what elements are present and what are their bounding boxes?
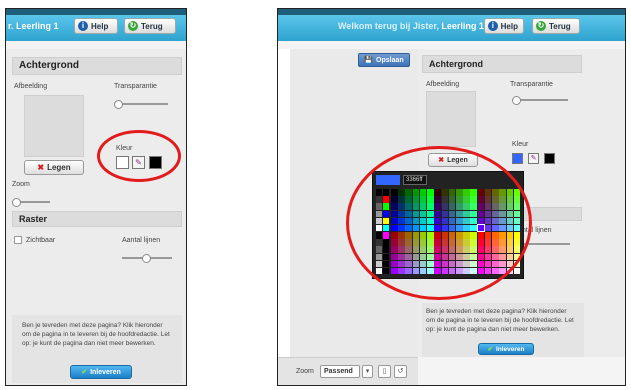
back-button[interactable]: ↻ Terug [532,18,580,34]
zoom-dropdown-button[interactable]: ▾ [362,365,373,378]
back-icon: ↻ [128,21,138,31]
slider-knob[interactable] [512,96,521,105]
page-icon: ▯ [382,368,387,375]
help-button[interactable]: i Help [74,18,118,34]
grid-visible-checkbox[interactable] [14,236,22,244]
transparency-label: Transparantie [510,81,553,88]
black-color-swatch[interactable] [544,153,555,164]
transparency-slider[interactable] [114,100,168,109]
info-box: Ben je tevreden met deze pagina? Klik hi… [422,303,584,357]
submit-button[interactable]: ✔ Inleveren [478,343,534,355]
submit-label: Inleveren [495,345,525,353]
save-button[interactable]: 💾 Opslaan [358,53,410,67]
back-label: Terug [549,21,571,31]
left-screenshot: r. Leerling 1 i Help ↻ Terug Achtergrond… [5,8,187,386]
welcome-label: Welkom terug bij Jister, [338,21,439,31]
clear-button[interactable]: ✖ Legen [24,160,84,175]
zoom-select[interactable]: Passend [320,365,360,378]
clear-icon: ✖ [37,163,45,172]
visible-label: Zichtbaar [26,237,56,244]
submit-check-icon: ✔ [81,369,88,376]
image-label: Afbeelding [14,83,48,90]
submit-info-text: Ben je tevreden met deze pagina? Klik hi… [22,322,170,347]
rotate-icon: ↺ [397,368,404,375]
submit-label: Inleveren [90,368,121,376]
eyedropper-button[interactable]: ✎ [528,153,539,164]
header-bar: r. Leerling 1 i Help ↻ Terug [6,15,186,41]
slider-knob[interactable] [12,198,21,207]
header-bar: Welkom terug bij Jister, Leerling 1 i He… [278,15,625,41]
line-count-slider[interactable] [122,254,172,263]
highlight-ring-left [97,130,181,182]
highlight-ring-right [346,146,532,300]
fit-page-button[interactable]: ▯ [378,365,391,378]
background-section-title: Achtergrond [422,55,582,73]
info-box: Ben je tevreden met deze pagina? Klik hi… [12,315,182,383]
save-label: Opslaan [376,56,404,64]
rotate-button[interactable]: ↺ [394,365,407,378]
image-preview[interactable] [24,95,84,157]
user-name: r. Leerling 1 [8,21,59,31]
transparency-slider[interactable] [512,96,568,105]
help-label: Help [500,21,518,31]
transparency-label: Transparantie [114,83,157,90]
image-preview[interactable] [426,91,476,147]
back-button[interactable]: ↻ Terug [124,18,176,34]
submit-info-text: Ben je tevreden met deze pagina? Klik hi… [426,308,574,333]
eyedropper-icon: ✎ [530,155,537,162]
status-bar: Zoom Passend ▾ ▯ ↺ [278,357,418,385]
background-section-title: Achtergrond [12,57,182,75]
image-label: Afbeelding [426,81,460,88]
zoom-slider[interactable] [12,198,50,207]
help-icon: i [78,21,88,31]
user-name: Leerling 1 [441,21,484,31]
color-label: Kleur [512,141,529,148]
slider-knob[interactable] [114,100,123,109]
line-count-slider[interactable] [522,243,570,245]
back-icon: ↻ [536,21,546,31]
help-label: Help [91,21,109,31]
zoom-label: Zoom [296,368,314,375]
zoom-value: Passend [324,368,353,375]
dropdown-arrow-icon: ▾ [365,368,370,375]
slider-knob[interactable] [142,254,151,263]
properties-panel: Achtergrond Afbeelding Transparantie Kle… [6,49,186,385]
zoom-label: Zoom [12,181,30,188]
line-count-label: Aantal lijnen [122,237,161,244]
clear-label: Legen [47,163,71,172]
help-icon: i [488,21,498,31]
color-cell[interactable] [513,267,521,275]
help-button[interactable]: i Help [484,18,524,34]
back-label: Terug [141,21,163,31]
selected-color-swatch[interactable] [512,153,523,164]
save-icon: 💾 [364,57,374,64]
submit-button[interactable]: ✔ Inleveren [70,365,132,379]
grid-section-title: Raster [12,211,182,227]
welcome-text: Welkom terug bij Jister, Leerling 1 [338,21,484,31]
submit-check-icon: ✔ [487,346,493,353]
